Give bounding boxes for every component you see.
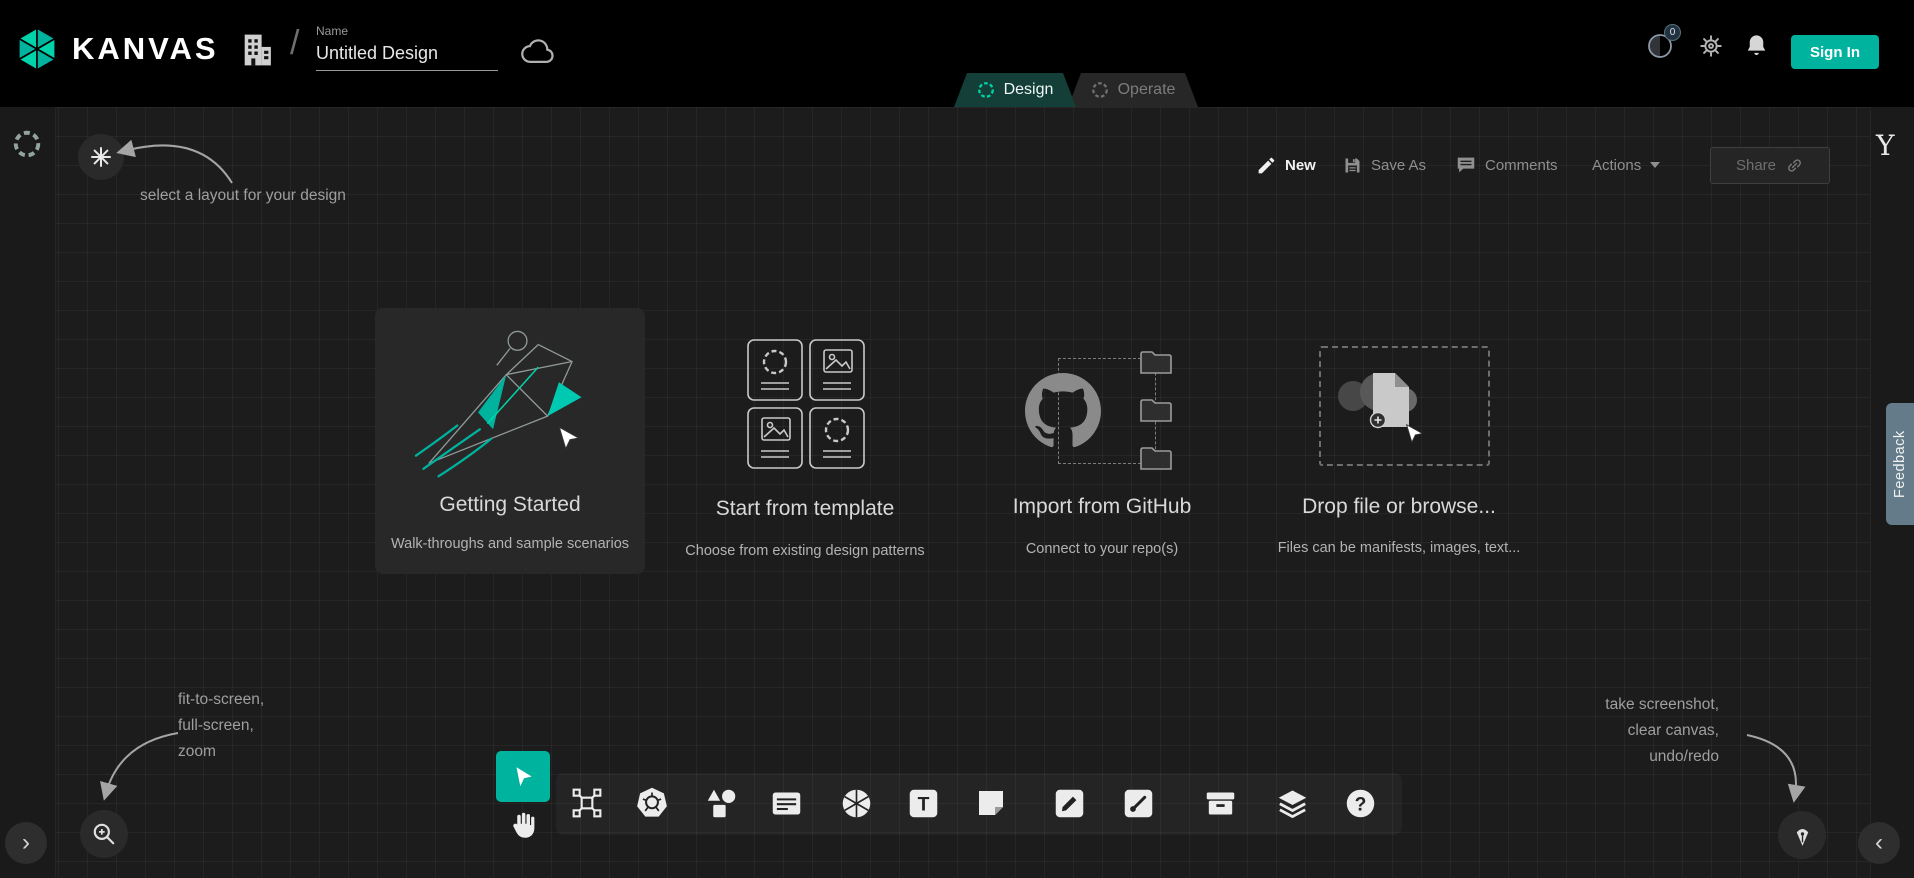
sign-in-button[interactable]: Sign In: [1791, 35, 1879, 69]
breadcrumb-separator: /: [290, 24, 299, 63]
link-icon: [1785, 156, 1804, 175]
card-title: Import from GitHub: [962, 495, 1242, 519]
component-icon: [571, 787, 603, 819]
layout-hint-text: select a layout for your design: [140, 183, 346, 209]
card-title: Drop file or browse...: [1259, 495, 1539, 519]
drop-cursor-icon: [1404, 423, 1425, 444]
component-tool[interactable]: [569, 785, 605, 821]
logo-wordmark: KANVAS: [72, 31, 219, 67]
card-subtitle: Walk-throughs and sample scenarios: [375, 536, 645, 552]
text-tool-icon: T: [907, 787, 940, 820]
select-tool[interactable]: [496, 751, 550, 802]
kanvas-logo-icon: [14, 26, 60, 72]
brush-tool-icon: [1122, 787, 1155, 820]
design-name-group: Name: [316, 24, 498, 71]
zoom-hint-text: fit-to-screen, full-screen, zoom: [178, 687, 264, 765]
templates-icon: [747, 339, 865, 469]
shapes-icon: [705, 787, 738, 820]
kanvas-app: KANVAS / Name: [0, 0, 1914, 878]
brush-tool[interactable]: [1120, 785, 1156, 821]
new-button[interactable]: New: [1256, 152, 1316, 178]
feedback-tab[interactable]: Feedback: [1886, 403, 1914, 525]
chevron-left-icon: ‹: [1875, 829, 1883, 857]
magnifier-icon: [91, 821, 117, 847]
annotation-tool[interactable]: [768, 785, 804, 821]
screenshot-hint-arrow: [1735, 719, 1825, 809]
organization-icon[interactable]: [238, 30, 276, 70]
settings-gear-icon[interactable]: [1698, 33, 1724, 59]
left-rail: [0, 107, 56, 878]
meshery-icon: [840, 787, 873, 820]
collapse-panel-button[interactable]: ‹: [1858, 822, 1900, 864]
help-icon: ?: [1344, 787, 1377, 820]
repo-folders-icon: [1138, 347, 1178, 477]
layout-hint-arrow: [100, 121, 240, 191]
card-subtitle: Files can be manifests, images, text...: [1259, 540, 1539, 556]
mouse-cursor: [556, 425, 582, 451]
drawer-tool[interactable]: [1202, 785, 1238, 821]
github-icon: [1025, 373, 1101, 449]
design-tab-icon: [977, 81, 995, 99]
save-as-button[interactable]: Save As: [1342, 152, 1426, 178]
screenshot-hint-text: take screenshot, clear canvas, undo/redo: [1519, 692, 1719, 770]
design-canvas[interactable]: Y select a layout for your design New: [0, 107, 1914, 878]
chevron-down-icon: [1649, 161, 1661, 169]
layers-icon: [1276, 787, 1309, 820]
svg-text:?: ?: [1354, 794, 1366, 815]
design-name-label: Name: [316, 24, 498, 38]
shapes-tool[interactable]: [703, 785, 739, 821]
layer5-logo: Y: [1876, 129, 1894, 162]
save-icon: [1342, 155, 1363, 176]
drawer-icon: [1204, 787, 1237, 820]
notifications-bell-icon[interactable]: [1743, 32, 1770, 59]
zoom-hint-arrow: [90, 715, 185, 810]
pencil-icon: [1256, 155, 1277, 176]
chevron-right-icon: ›: [22, 829, 30, 857]
comments-button[interactable]: Comments: [1455, 152, 1558, 178]
mode-tabs: Design Operate: [954, 73, 1198, 107]
card-subtitle: Connect to your repo(s): [962, 541, 1242, 557]
layers-tool[interactable]: [1274, 785, 1310, 821]
cursor-arrow-icon: [510, 764, 536, 790]
actions-dropdown[interactable]: Actions: [1592, 152, 1661, 178]
top-bar: KANVAS / Name: [0, 0, 1914, 107]
operate-tab-icon: [1091, 81, 1109, 99]
upload-file-icon: [1368, 371, 1414, 429]
tab-design[interactable]: Design: [954, 73, 1076, 107]
pen-tool[interactable]: [1051, 785, 1087, 821]
design-name-input[interactable]: [316, 41, 498, 71]
card-subtitle: Choose from existing design patterns: [665, 543, 945, 559]
pen-actions-button[interactable]: [1778, 811, 1826, 859]
expand-panel-button[interactable]: ›: [5, 822, 47, 864]
cloud-sync-icon[interactable]: [518, 36, 560, 68]
pen-tool-icon: [1053, 787, 1086, 820]
pen-nib-icon: [1790, 823, 1815, 848]
svg-text:T: T: [917, 794, 929, 815]
loading-spinner-icon: [12, 129, 42, 159]
tab-operate[interactable]: Operate: [1068, 73, 1198, 107]
annotation-icon: [770, 787, 803, 820]
getting-started-illustration: [395, 322, 625, 482]
note-icon: [975, 787, 1007, 819]
card-title: Start from template: [665, 497, 945, 521]
credits-badge: 0: [1664, 24, 1681, 41]
kubernetes-icon: [635, 786, 669, 820]
card-title: Getting Started: [375, 493, 645, 517]
comments-icon: [1455, 154, 1477, 176]
pan-tool[interactable]: [504, 807, 540, 843]
zoom-button[interactable]: [80, 810, 128, 858]
kanvas-logo[interactable]: KANVAS: [14, 26, 219, 72]
hand-icon: [507, 810, 537, 840]
help-tool[interactable]: ?: [1342, 785, 1378, 821]
note-tool[interactable]: [973, 785, 1009, 821]
meshery-tool[interactable]: [838, 785, 874, 821]
kubernetes-tool[interactable]: [634, 785, 670, 821]
share-button[interactable]: Share: [1710, 147, 1830, 184]
text-tool[interactable]: T: [905, 785, 941, 821]
